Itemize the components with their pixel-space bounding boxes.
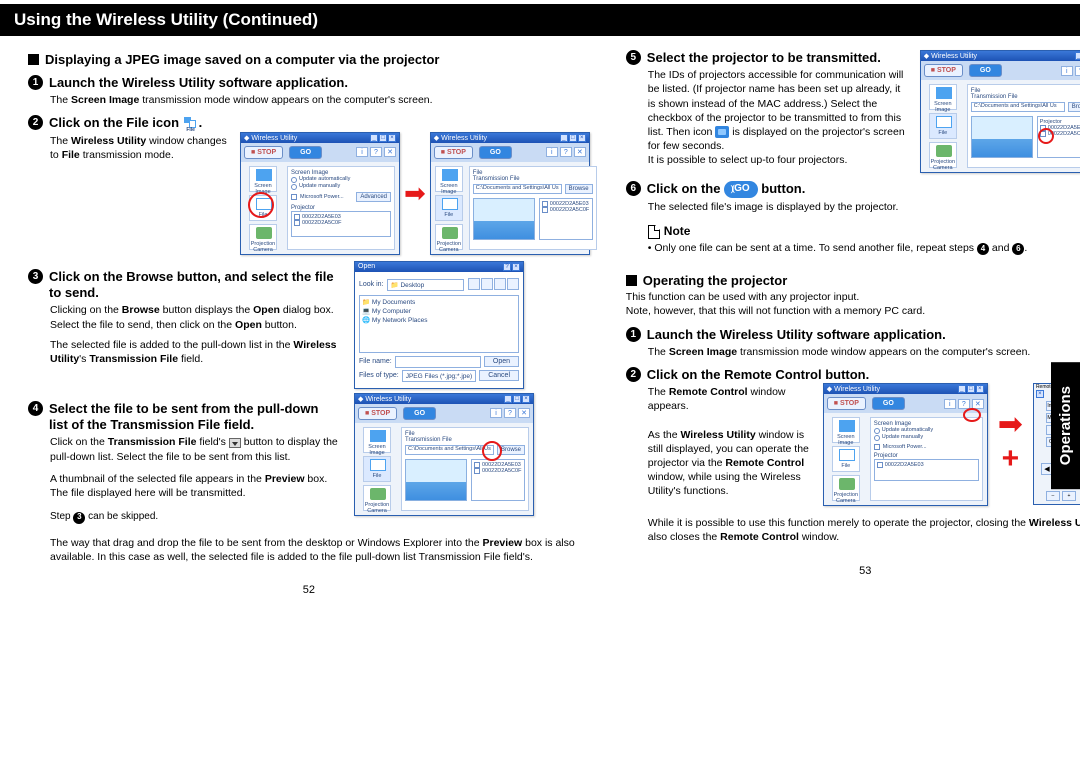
step-4-body: Click on the Transmission File field's b… xyxy=(50,435,338,463)
screenshot-wireless-utility-file-mode: ◆ Wireless Utility _□× ■ STOPGO i?✕ Scre… xyxy=(430,132,590,255)
projector-status-icon xyxy=(715,126,729,138)
step-6-heading: 6 Click on the GO button. xyxy=(626,181,1080,198)
page-title: Using the Wireless Utility (Continued) xyxy=(0,4,1080,36)
note-icon xyxy=(648,225,660,239)
page-number-right: 53 xyxy=(626,565,1080,577)
step-number-3-ref-icon: 3 xyxy=(73,512,85,524)
square-bullet-icon xyxy=(28,54,39,65)
go-button-icon: GO xyxy=(724,181,758,198)
step-number-2-icon: 2 xyxy=(28,115,43,130)
screenshot-wireless-utility-file-select: ◆ Wireless Utility _□× ■ STOPGO i?✕ Scre… xyxy=(354,393,534,524)
screenshot-wireless-utility-screen-mode: ◆ Wireless Utility _□× ■ STOPGO i?✕ Scre… xyxy=(240,132,400,255)
step-2-body: The Wireless Utility window changes to F… xyxy=(50,134,230,162)
square-bullet-icon xyxy=(626,275,637,286)
step-3-heading: 3 Click on the Browse button, and select… xyxy=(28,269,338,302)
operating-heading: Operating the projector xyxy=(626,273,1080,288)
step-4-footer: The way that drag and drop the file to b… xyxy=(50,536,590,564)
note-heading: Note xyxy=(648,224,1080,239)
op-step-2-footer: While it is possible to use this functio… xyxy=(648,516,1080,544)
op-step-1-heading: 1 Launch the Wireless Utility software a… xyxy=(626,327,1080,343)
left-column: Displaying a JPEG image saved on a compu… xyxy=(28,50,590,596)
step-4-heading: 4 Select the file to be sent from the pu… xyxy=(28,401,338,434)
screenshot-wireless-utility-projector-select: ◆ Wireless Utility _□× ■ STOPGO i?✕ Scre… xyxy=(920,50,1080,173)
step-6-body: The selected file's image is displayed b… xyxy=(648,200,1080,214)
step-number-6-icon: 6 xyxy=(626,181,641,196)
step-5-body: The IDs of projectors accessible for com… xyxy=(648,68,906,167)
arrow-right-icon: ➡ xyxy=(998,413,1023,437)
note-body: • Only one file can be sent at a time. T… xyxy=(648,241,1080,255)
step-number-2-icon: 2 xyxy=(626,367,641,382)
step-number-5-icon: 5 xyxy=(626,50,641,65)
step-2-heading: 2 Click on the File icon File . xyxy=(28,115,590,132)
dropdown-icon xyxy=(229,438,241,448)
screenshot-wireless-utility-remote: ◆ Wireless Utility _□× ■ STOPGO i?✕ Scre… xyxy=(823,383,988,506)
step-3-body: Clicking on the Browse button displays t… xyxy=(50,303,338,331)
file-icon: File xyxy=(183,116,199,132)
op-step-2-heading: 2 Click on the Remote Control button. xyxy=(626,367,1080,383)
page-number-left: 52 xyxy=(28,584,590,596)
step-number-4-ref-icon: 4 xyxy=(977,243,989,255)
section-heading: Displaying a JPEG image saved on a compu… xyxy=(28,52,590,67)
plus-icon: + xyxy=(1002,447,1020,471)
step-1-heading: 1 Launch the Wireless Utility software a… xyxy=(28,75,590,91)
arrow-right-icon: ➡ xyxy=(404,180,426,206)
op-step-1-body: The Screen Image transmission mode windo… xyxy=(648,345,1080,359)
step-number-1-icon: 1 xyxy=(626,327,641,342)
step-1-body: The Screen Image transmission mode windo… xyxy=(50,93,590,107)
step-5-heading: 5 Select the projector to be transmitted… xyxy=(626,50,906,66)
step-number-6-ref-icon: 6 xyxy=(1012,243,1024,255)
step-number-1-icon: 1 xyxy=(28,75,43,90)
screenshot-open-dialog: Open ?× Look in:📁 Desktop 📁 My Documents… xyxy=(354,261,524,389)
step-number-3-icon: 3 xyxy=(28,269,43,284)
side-tab-operations: Operations xyxy=(1051,362,1080,489)
op-step-2-body: The Remote Control window appears. As th… xyxy=(648,385,813,498)
operating-body: This function can be used with any proje… xyxy=(626,290,1080,318)
right-column: 5 Select the projector to be transmitted… xyxy=(626,50,1080,596)
step-number-4-icon: 4 xyxy=(28,401,43,416)
